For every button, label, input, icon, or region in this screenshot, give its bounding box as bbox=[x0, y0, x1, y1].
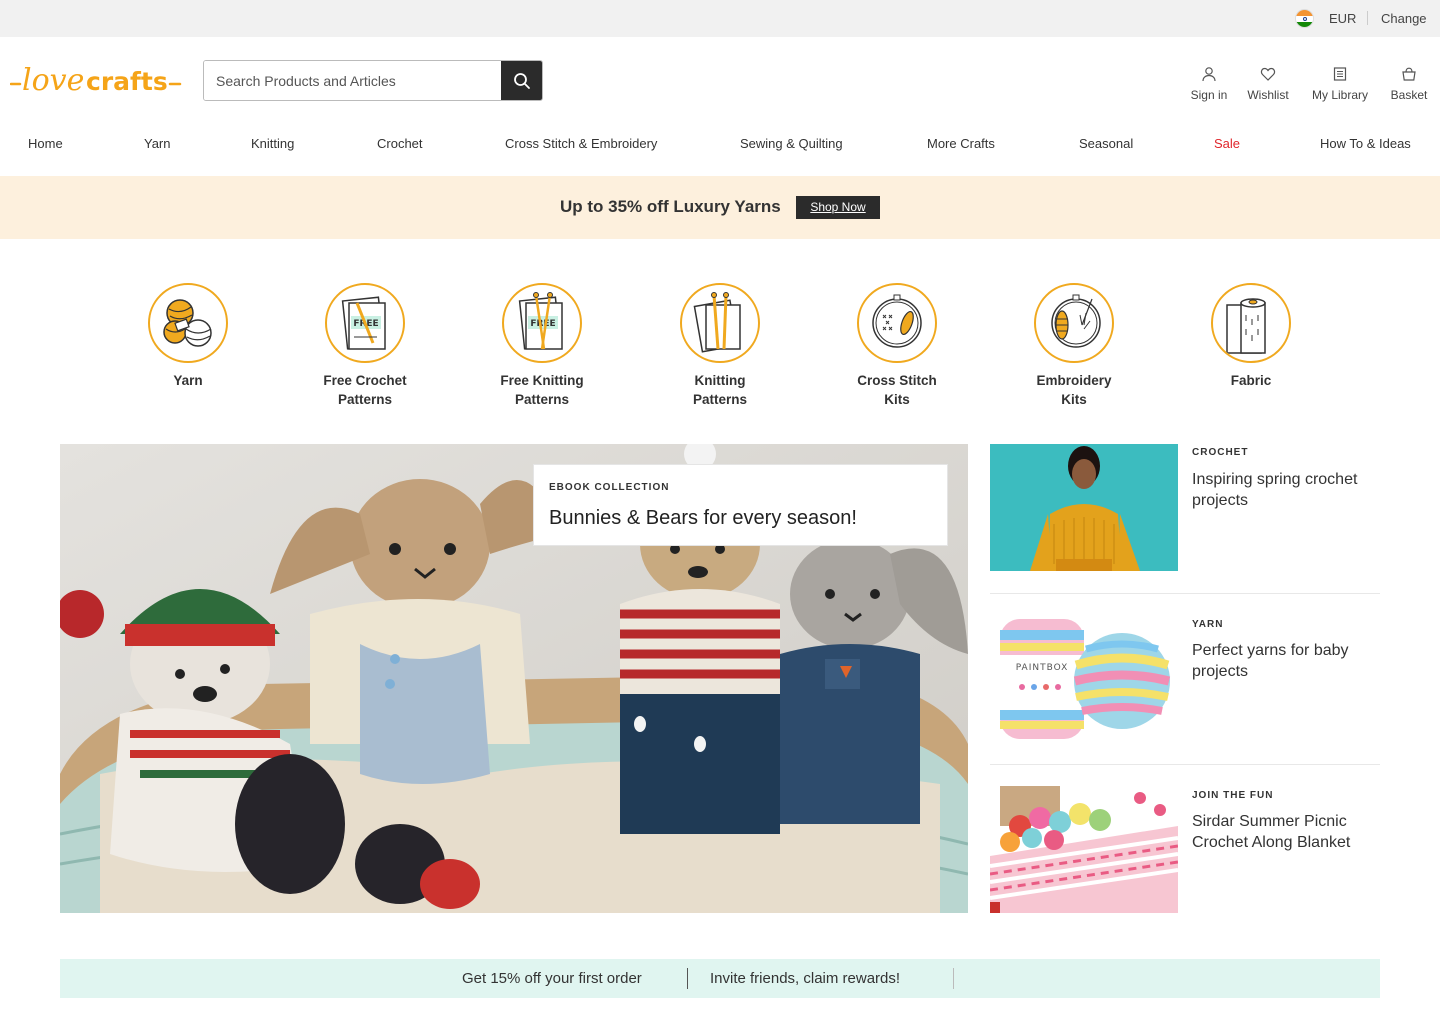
nav-knitting[interactable]: Knitting bbox=[251, 136, 294, 151]
search-bar bbox=[203, 60, 543, 101]
sign-in-label: Sign in bbox=[1190, 88, 1228, 102]
lovecrafts-logo[interactable]: love crafts bbox=[10, 58, 185, 102]
hero-caption-card[interactable]: EBOOK COLLECTION Bunnies & Bears for eve… bbox=[533, 464, 948, 546]
basket-icon bbox=[1402, 67, 1416, 81]
category-label: Cross Stitch bbox=[857, 373, 937, 388]
category-free-crochet-patterns[interactable]: FREE Free CrochetPatterns bbox=[290, 283, 440, 409]
shop-now-button[interactable]: Shop Now bbox=[796, 196, 880, 219]
cross-stitch-hoop-icon bbox=[857, 283, 937, 363]
hero-kicker: EBOOK COLLECTION bbox=[549, 482, 670, 493]
wishlist-button[interactable]: Wishlist bbox=[1242, 66, 1294, 102]
category-label: Yarn bbox=[173, 373, 203, 388]
hero-title: Bunnies & Bears for every season! bbox=[549, 507, 857, 529]
divider bbox=[990, 593, 1380, 594]
category-knitting-patterns[interactable]: Knitting Patterns bbox=[645, 283, 795, 409]
sign-in-button[interactable]: Sign in bbox=[1185, 66, 1233, 102]
article-title: Perfect yarns for baby projects bbox=[1192, 642, 1349, 680]
basket-button[interactable]: Basket bbox=[1386, 66, 1432, 102]
article-title: Inspiring spring crochet projects bbox=[1192, 471, 1358, 509]
divider bbox=[990, 764, 1380, 765]
article-kicker: YARN bbox=[1192, 619, 1224, 630]
category-fabric[interactable]: Fabric bbox=[1176, 283, 1326, 390]
basket-label: Basket bbox=[1390, 88, 1428, 102]
top-utility-bar: EUR Change bbox=[0, 0, 1440, 37]
library-icon bbox=[1333, 67, 1347, 81]
svg-text:love: love bbox=[22, 63, 84, 98]
yarn-balls-icon bbox=[148, 283, 228, 363]
free-badge: FREE bbox=[530, 319, 555, 329]
article-card-join-the-fun[interactable]: JOIN THE FUN Sirdar Summer Picnic Croche… bbox=[990, 786, 1380, 913]
embroidery-hoop-icon bbox=[1034, 283, 1114, 363]
nav-seasonal[interactable]: Seasonal bbox=[1079, 136, 1133, 151]
category-label: Embroidery bbox=[1036, 373, 1112, 388]
user-icon bbox=[1202, 67, 1216, 82]
paintbox-label: PAINTBOX bbox=[1016, 663, 1069, 673]
main-nav: Home Yarn Knitting Crochet Cross Stitch … bbox=[0, 130, 1440, 160]
nav-sewing-quilting[interactable]: Sewing & Quilting bbox=[740, 136, 843, 151]
fabric-roll-icon bbox=[1211, 283, 1291, 363]
category-embroidery-kits[interactable]: Embroidery Kits bbox=[999, 283, 1149, 409]
category-cross-stitch-kits[interactable]: Cross Stitch Kits bbox=[822, 283, 972, 409]
article-thumbnail bbox=[990, 786, 1178, 913]
promo-banner: Up to 35% off Luxury Yarns Shop Now bbox=[0, 176, 1440, 239]
category-free-knitting-patterns[interactable]: FREE Free Knitting Patterns bbox=[467, 283, 617, 409]
knitting-pattern-icon: FREE bbox=[502, 283, 582, 363]
search-input[interactable] bbox=[204, 61, 502, 100]
article-card-yarn[interactable]: PAINTBOX YARN Perfect yarns for baby pro… bbox=[990, 615, 1380, 742]
crochet-pattern-icon: FREE bbox=[325, 283, 405, 363]
article-kicker: JOIN THE FUN bbox=[1192, 790, 1274, 801]
nav-sale[interactable]: Sale bbox=[1214, 136, 1240, 151]
my-library-label: My Library bbox=[1311, 88, 1368, 102]
article-thumbnail: PAINTBOX bbox=[990, 615, 1178, 742]
divider bbox=[687, 968, 688, 989]
search-button[interactable] bbox=[501, 61, 542, 100]
category-label: Knitting bbox=[694, 373, 746, 388]
article-kicker: CROCHET bbox=[1192, 447, 1249, 458]
rewards-strip: Get 15% off your first order Invite frie… bbox=[60, 959, 1380, 998]
nav-yarn[interactable]: Yarn bbox=[144, 136, 171, 151]
wishlist-label: Wishlist bbox=[1247, 88, 1289, 102]
svg-text:crafts: crafts bbox=[86, 67, 168, 96]
change-currency-link[interactable]: Change bbox=[1381, 11, 1427, 26]
my-library-button[interactable]: My Library bbox=[1306, 66, 1374, 102]
heart-icon bbox=[1260, 67, 1276, 81]
divider bbox=[1367, 11, 1368, 25]
india-flag-icon[interactable] bbox=[1295, 9, 1314, 28]
article-title: Sirdar Summer Picnic Crochet Along Blank… bbox=[1192, 813, 1351, 851]
invite-friends-link[interactable]: Invite friends, claim rewards! bbox=[710, 970, 900, 987]
category-yarn[interactable]: Yarn bbox=[113, 283, 263, 390]
currency-label[interactable]: EUR bbox=[1329, 11, 1356, 26]
nav-more-crafts[interactable]: More Crafts bbox=[927, 136, 995, 151]
category-label: Free Crochet bbox=[323, 373, 407, 388]
nav-crochet[interactable]: Crochet bbox=[377, 136, 423, 151]
category-label: Fabric bbox=[1230, 373, 1272, 388]
promo-text: Up to 35% off Luxury Yarns bbox=[560, 197, 781, 216]
category-label: Free Knitting bbox=[500, 373, 584, 388]
divider bbox=[953, 968, 954, 989]
nav-home[interactable]: Home bbox=[28, 136, 63, 151]
knitting-needles-icon bbox=[680, 283, 760, 363]
article-thumbnail bbox=[990, 444, 1178, 571]
search-icon bbox=[513, 72, 530, 89]
nav-cross-stitch[interactable]: Cross Stitch & Embroidery bbox=[505, 136, 657, 151]
article-card-crochet[interactable]: CROCHET Inspiring spring crochet project… bbox=[990, 444, 1380, 571]
first-order-offer-link[interactable]: Get 15% off your first order bbox=[462, 970, 642, 987]
nav-how-to-ideas[interactable]: How To & Ideas bbox=[1320, 136, 1411, 151]
